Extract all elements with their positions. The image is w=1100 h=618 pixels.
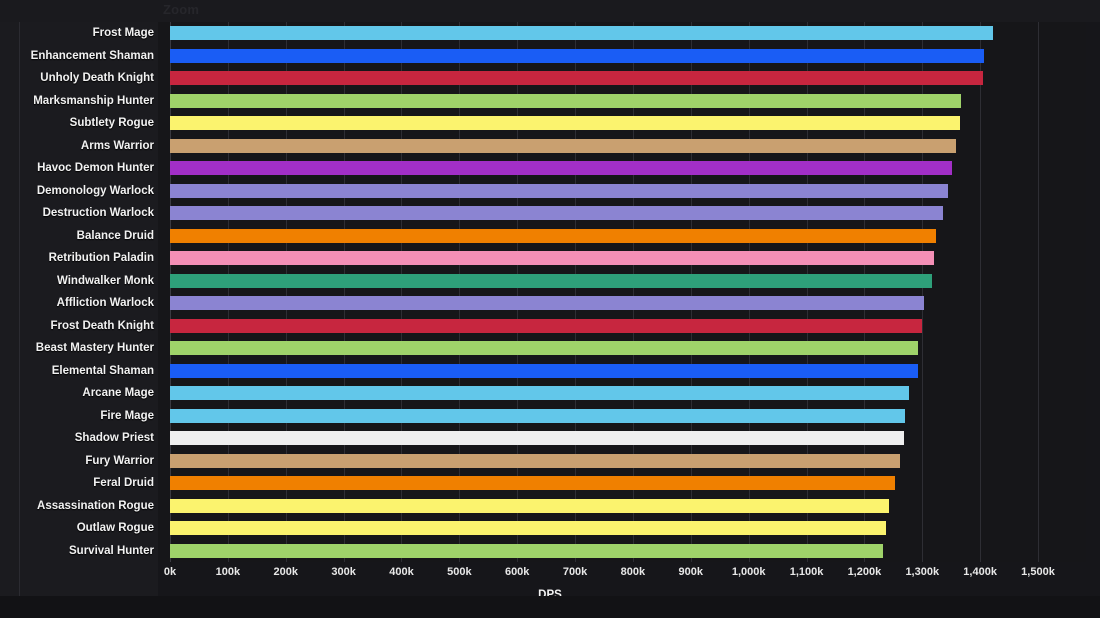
bar-row xyxy=(158,382,1086,405)
bar[interactable] xyxy=(170,251,934,266)
category-label: Marksmanship Hunter xyxy=(33,94,154,107)
category-label: Feral Druid xyxy=(93,477,154,490)
category-label: Shadow Priest xyxy=(74,432,154,445)
category-label: Frost Death Knight xyxy=(50,319,155,332)
plot-inner xyxy=(158,22,1086,562)
category-label: Frost Mage xyxy=(92,27,154,40)
bar[interactable] xyxy=(170,273,933,288)
category-label: Affliction Warlock xyxy=(56,297,154,310)
bar-row xyxy=(158,22,1086,45)
bottom-strip xyxy=(0,596,1100,618)
bar-row xyxy=(158,495,1086,518)
bar[interactable] xyxy=(170,431,904,446)
bar-row xyxy=(158,157,1086,180)
category-label: Windwalker Monk xyxy=(56,274,154,287)
category-label: Subtlety Rogue xyxy=(69,117,154,130)
category-label: Fury Warrior xyxy=(85,454,154,467)
category-label: Survival Hunter xyxy=(69,544,154,557)
x-tick-label: 600k xyxy=(504,566,530,578)
bar[interactable] xyxy=(170,476,896,491)
category-label: Retribution Paladin xyxy=(48,252,154,265)
x-tick-label: 1,000k xyxy=(731,566,766,578)
category-label: Fire Mage xyxy=(100,409,154,422)
bar[interactable] xyxy=(170,408,905,423)
bar-row xyxy=(158,315,1086,338)
bar-row xyxy=(158,450,1086,473)
bar[interactable] xyxy=(170,48,985,63)
bar[interactable] xyxy=(170,386,909,401)
bar-row xyxy=(158,67,1086,90)
bar[interactable] xyxy=(170,93,962,108)
category-label: Arcane Mage xyxy=(82,387,154,400)
bar-row xyxy=(158,472,1086,495)
bar[interactable] xyxy=(170,498,889,513)
category-label: Assassination Rogue xyxy=(37,499,154,512)
bar[interactable] xyxy=(170,206,943,221)
category-label: Arms Warrior xyxy=(80,139,154,152)
category-label: Unholy Death Knight xyxy=(40,72,154,85)
category-label: Balance Druid xyxy=(76,229,154,242)
x-tick-label: 300k xyxy=(331,566,356,578)
bar-row xyxy=(158,180,1086,203)
bar-row xyxy=(158,292,1086,315)
bar-row xyxy=(158,427,1086,450)
bar[interactable] xyxy=(170,138,956,153)
x-tick-label: 800k xyxy=(620,566,646,578)
bar-row xyxy=(158,90,1086,113)
bar[interactable] xyxy=(170,296,924,311)
x-tick-label: 900k xyxy=(678,566,704,578)
bar-row xyxy=(158,405,1086,428)
bar-row xyxy=(158,337,1086,360)
x-tick-label: 200k xyxy=(273,566,298,578)
plot-area xyxy=(158,22,1086,562)
bar[interactable] xyxy=(170,521,886,536)
x-tick-label: 1,100k xyxy=(789,566,824,578)
left-divider xyxy=(19,22,20,596)
x-tick-label: 500k xyxy=(447,566,472,578)
x-tick-label: 1,200k xyxy=(847,566,882,578)
x-tick-label: 700k xyxy=(562,566,588,578)
zoom-label: Zoom xyxy=(163,2,200,17)
chart-page: Zoom Frost Mage Enhancement Shaman Unholy … xyxy=(0,0,1100,618)
bar-row xyxy=(158,112,1086,135)
bar[interactable] xyxy=(170,228,936,243)
category-label: Enhancement Shaman xyxy=(30,49,154,62)
x-tick-label: 1,400k xyxy=(963,566,997,578)
bar-row xyxy=(158,45,1086,68)
bar-row xyxy=(158,360,1086,383)
category-label: Outlaw Rogue xyxy=(76,522,154,535)
bar-row xyxy=(158,247,1086,270)
x-tick-label: 400k xyxy=(389,566,414,578)
bar[interactable] xyxy=(170,453,901,468)
bar[interactable] xyxy=(170,543,884,558)
x-tick-label: 100k xyxy=(215,566,241,578)
bar[interactable] xyxy=(170,116,960,131)
category-label: Havoc Demon Hunter xyxy=(37,162,154,175)
bar[interactable] xyxy=(170,161,953,176)
bar[interactable] xyxy=(170,71,984,86)
bar-row xyxy=(158,202,1086,225)
x-tick-label: 1,500k xyxy=(1021,566,1055,578)
bar[interactable] xyxy=(170,363,918,378)
category-label: Destruction Warlock xyxy=(42,207,154,220)
category-label: Demonology Warlock xyxy=(36,184,154,197)
bar[interactable] xyxy=(170,341,918,356)
x-tick-label: 1,300k xyxy=(905,566,940,578)
category-label: Beast Mastery Hunter xyxy=(35,342,154,355)
bar-row xyxy=(158,540,1086,563)
bar[interactable] xyxy=(170,26,994,41)
bar[interactable] xyxy=(170,183,949,198)
bar-row xyxy=(158,270,1086,293)
bar[interactable] xyxy=(170,318,923,333)
x-tick-label: 0k xyxy=(163,566,177,578)
category-label: Elemental Shaman xyxy=(51,364,154,377)
bar-row xyxy=(158,135,1086,158)
bar-row xyxy=(158,225,1086,248)
bar-row xyxy=(158,517,1086,540)
